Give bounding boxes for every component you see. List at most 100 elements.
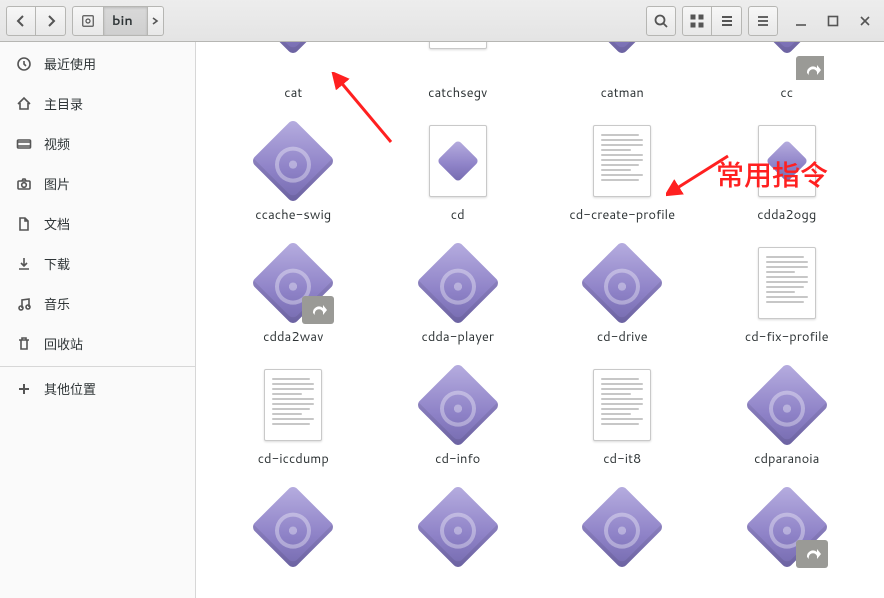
- disk-icon: [81, 14, 95, 28]
- file-label: cd-iccdump: [258, 450, 329, 468]
- path-segment-bin[interactable]: bin: [104, 6, 148, 36]
- symlink-overlay-icon: [302, 296, 334, 324]
- file-item[interactable]: catman: [545, 42, 700, 102]
- sidebar-item-label: 最近使用: [44, 54, 96, 74]
- file-item[interactable]: cd-create-profile: [545, 120, 700, 224]
- sidebar-item-videos[interactable]: 视频: [0, 124, 195, 164]
- file-item[interactable]: cd-info: [381, 364, 536, 468]
- file-thumbnail: [585, 246, 659, 320]
- music-icon: [16, 296, 32, 312]
- close-button[interactable]: [858, 14, 872, 28]
- hamburger-menu-button[interactable]: [748, 6, 778, 36]
- list-icon: [719, 13, 735, 29]
- file-thumbnail: [750, 490, 824, 564]
- home-icon: [16, 96, 32, 112]
- sidebar-item-pictures[interactable]: 图片: [0, 164, 195, 204]
- file-label: cd-it8: [603, 450, 641, 468]
- executable-icon: [257, 42, 329, 49]
- file-thumbnail: [750, 124, 824, 198]
- hamburger-icon: [755, 13, 771, 29]
- nav-back-forward: [6, 6, 66, 36]
- minimize-button[interactable]: [794, 14, 808, 28]
- file-label: catchsegv: [428, 84, 487, 102]
- sidebar-item-label: 下载: [44, 254, 70, 274]
- window-controls: [794, 14, 872, 28]
- file-item[interactable]: cat: [216, 42, 371, 102]
- script-icon: [429, 42, 487, 49]
- file-item[interactable]: cc: [710, 42, 865, 102]
- file-item[interactable]: cd-it8: [545, 364, 700, 468]
- download-icon: [16, 256, 32, 272]
- sidebar-item-music[interactable]: 音乐: [0, 284, 195, 324]
- sidebar-item-label: 文档: [44, 214, 70, 234]
- file-item[interactable]: cdda-player: [381, 242, 536, 346]
- document-icon: [758, 247, 816, 319]
- sidebar-item-label: 图片: [44, 174, 70, 194]
- sidebar: 最近使用 主目录 视频 图片 文档 下载: [0, 42, 196, 598]
- executable-icon: [751, 369, 823, 441]
- executable-icon: [751, 42, 823, 49]
- list-view-button[interactable]: [712, 6, 742, 36]
- file-thumbnail: [585, 490, 659, 564]
- file-item[interactable]: catchsegv: [381, 42, 536, 102]
- clock-icon: [16, 56, 32, 72]
- file-thumbnail: [256, 490, 330, 564]
- sidebar-item-recent[interactable]: 最近使用: [0, 44, 195, 84]
- path-root-button[interactable]: [72, 6, 104, 36]
- pathbar: bin: [72, 6, 164, 36]
- file-thumbnail: [256, 246, 330, 320]
- camera-icon: [16, 176, 32, 192]
- file-item[interactable]: cdda2wav: [216, 242, 371, 346]
- view-mode-group: [682, 6, 742, 36]
- search-button[interactable]: [646, 6, 676, 36]
- file-label: cdparanoia: [754, 450, 819, 468]
- executable-icon: [422, 247, 494, 319]
- icon-view-button[interactable]: [682, 6, 712, 36]
- file-item[interactable]: cd: [381, 120, 536, 224]
- executable-icon: [586, 247, 658, 319]
- file-item[interactable]: [216, 486, 371, 564]
- file-item[interactable]: [381, 486, 536, 564]
- file-label: cd-fix-profile: [745, 328, 829, 346]
- file-item[interactable]: cd-iccdump: [216, 364, 371, 468]
- toolbar: bin: [0, 0, 884, 42]
- sidebar-item-label: 其他位置: [44, 379, 96, 399]
- file-item[interactable]: [545, 486, 700, 564]
- file-label: ccache-swig: [255, 206, 331, 224]
- file-label: cd: [451, 206, 465, 224]
- file-item[interactable]: cd-fix-profile: [710, 242, 865, 346]
- file-thumbnail: [421, 490, 495, 564]
- file-item[interactable]: cdda2ogg: [710, 120, 865, 224]
- trash-icon: [16, 336, 32, 352]
- back-button[interactable]: [6, 6, 36, 36]
- file-item[interactable]: ccache-swig: [216, 120, 371, 224]
- maximize-button[interactable]: [826, 14, 840, 28]
- script-icon: [758, 125, 816, 197]
- sidebar-item-downloads[interactable]: 下载: [0, 244, 195, 284]
- file-view: cat catchsegv catman cc ccache-swig cd cd-crea…: [196, 42, 884, 598]
- file-thumbnail: [585, 42, 659, 80]
- executable-icon: [422, 491, 494, 563]
- sidebar-item-trash[interactable]: 回收站: [0, 324, 195, 364]
- executable-icon: [586, 491, 658, 563]
- file-thumbnail: [421, 368, 495, 442]
- file-label: cc: [780, 84, 793, 102]
- sidebar-item-documents[interactable]: 文档: [0, 204, 195, 244]
- file-item[interactable]: cdparanoia: [710, 364, 865, 468]
- grid-icon: [689, 13, 705, 29]
- sidebar-item-home[interactable]: 主目录: [0, 84, 195, 124]
- sidebar-item-label: 音乐: [44, 294, 70, 314]
- file-label: cdda-player: [421, 328, 494, 346]
- file-thumbnail: [256, 124, 330, 198]
- path-more-button[interactable]: [148, 6, 164, 36]
- file-label: cat: [284, 84, 302, 102]
- sidebar-separator: [0, 366, 195, 367]
- file-thumbnail: [750, 246, 824, 320]
- file-item[interactable]: cd-drive: [545, 242, 700, 346]
- file-thumbnail: [421, 42, 495, 80]
- file-thumbnail: [585, 124, 659, 198]
- file-item[interactable]: [710, 486, 865, 564]
- forward-button[interactable]: [36, 6, 66, 36]
- sidebar-item-other-locations[interactable]: 其他位置: [0, 369, 195, 409]
- file-thumbnail: [256, 368, 330, 442]
